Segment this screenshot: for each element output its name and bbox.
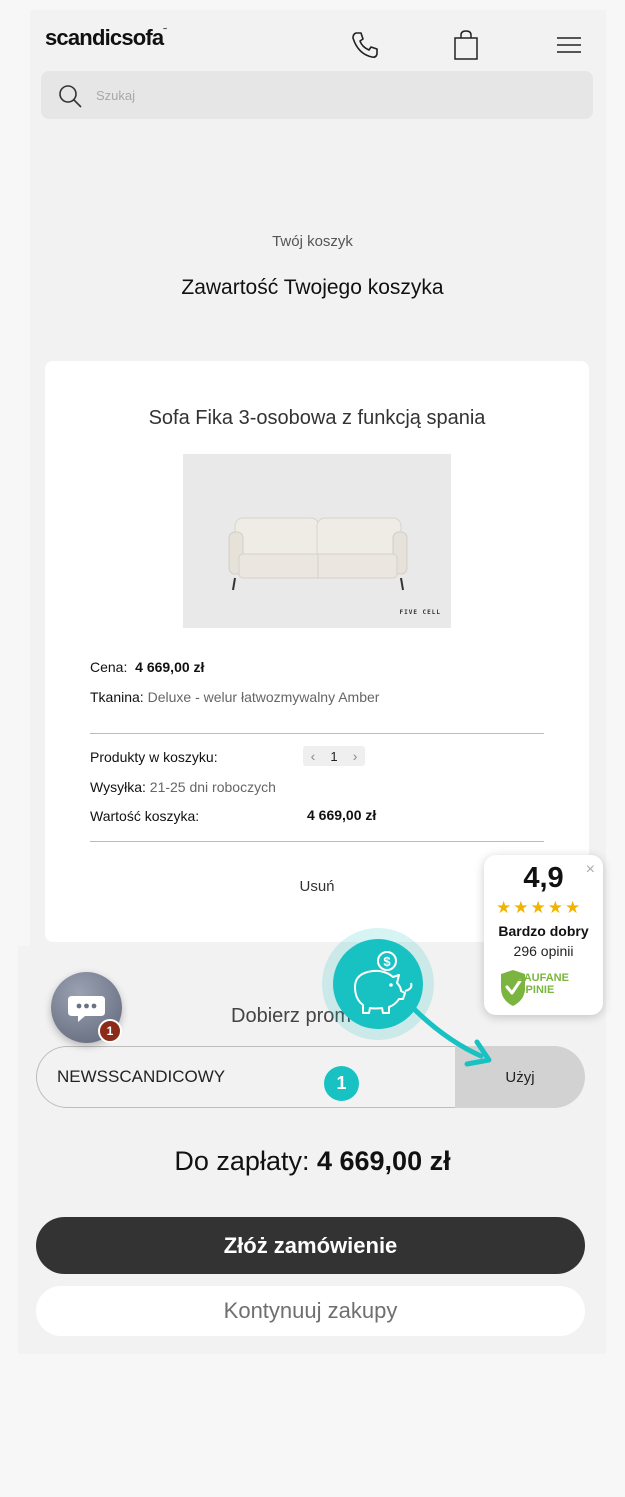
- cart-value-label: Wartość koszyka:: [90, 808, 200, 824]
- continue-shopping-button[interactable]: Kontynuuj zakupy: [36, 1286, 585, 1336]
- price-label: Cena:: [90, 659, 128, 675]
- rating-count: 296 opinii: [513, 943, 574, 959]
- phone-icon[interactable]: [348, 28, 382, 62]
- search-bar: [41, 71, 593, 119]
- decrease-icon[interactable]: ‹: [311, 748, 316, 764]
- trust-line-1: ZAUFANE: [517, 972, 569, 984]
- rating-stars: ★★★★★: [496, 898, 583, 917]
- amount-due-label: Do zapłaty:: [174, 1146, 310, 1176]
- quantity-value: 1: [330, 748, 338, 764]
- chat-notification-badge: 1: [98, 1019, 122, 1043]
- step-badge: 1: [324, 1066, 359, 1101]
- search-icon[interactable]: [57, 83, 83, 109]
- fabric-value: Deluxe - welur łatwozmywalny Amber: [147, 689, 380, 705]
- products-in-cart-label: Produkty w koszyku:: [90, 749, 218, 765]
- price-row: Cena: 4 669,00 zł: [90, 659, 204, 675]
- logo-mark: ˜: [163, 26, 166, 38]
- trust-badge-text: ZAUFANE OPINIE: [517, 972, 569, 996]
- increase-icon[interactable]: ›: [353, 748, 358, 764]
- rating-label: Bardzo dobry: [498, 923, 589, 939]
- product-title[interactable]: Sofa Fika 3-osobowa z funkcją spania: [45, 407, 589, 430]
- cart-icon[interactable]: [449, 28, 483, 62]
- amount-due-value: 4 669,00 zł: [316, 1146, 451, 1176]
- product-image[interactable]: FIVE CELL: [183, 454, 451, 628]
- cart-value-amount: 4 669,00 zł: [307, 807, 377, 823]
- place-order-button[interactable]: Złóż zamówienie: [36, 1217, 585, 1274]
- fabric-label: Tkanina:: [90, 689, 144, 705]
- logo-text: scandicsofa: [45, 25, 164, 50]
- breadcrumb: Twój koszyk: [272, 233, 353, 250]
- trust-line-2: OPINIE: [517, 984, 555, 996]
- rating-widget[interactable]: 4,9 × ★★★★★ Bardzo dobry 296 opinii ZAUF…: [484, 855, 603, 1015]
- divider: [90, 733, 544, 734]
- menu-icon[interactable]: [552, 28, 586, 62]
- amount-due: Do zapłaty: 4 669,00 zł: [0, 1146, 625, 1177]
- close-icon[interactable]: ×: [586, 861, 595, 879]
- shipping-label: Wysyłka:: [90, 779, 146, 795]
- promo-code-input[interactable]: [36, 1046, 466, 1108]
- quantity-stepper: ‹ 1 ›: [303, 746, 365, 766]
- svg-text:$: $: [383, 954, 391, 969]
- divider: [90, 841, 544, 842]
- price-value: 4 669,00 zł: [135, 659, 205, 675]
- image-brand-mark: FIVE CELL: [399, 609, 441, 616]
- page-title: Zawartość Twojego koszyka: [181, 276, 444, 299]
- logo[interactable]: scandicsofa˜: [45, 25, 167, 51]
- search-input[interactable]: [96, 83, 576, 107]
- shipping-row: Wysyłka: 21-25 dni roboczych: [90, 779, 276, 795]
- pointer-arrow-icon: [408, 1003, 492, 1067]
- shipping-value: 21-25 dni roboczych: [149, 779, 276, 795]
- fabric-row: Tkanina: Deluxe - welur łatwozmywalny Am…: [90, 689, 379, 705]
